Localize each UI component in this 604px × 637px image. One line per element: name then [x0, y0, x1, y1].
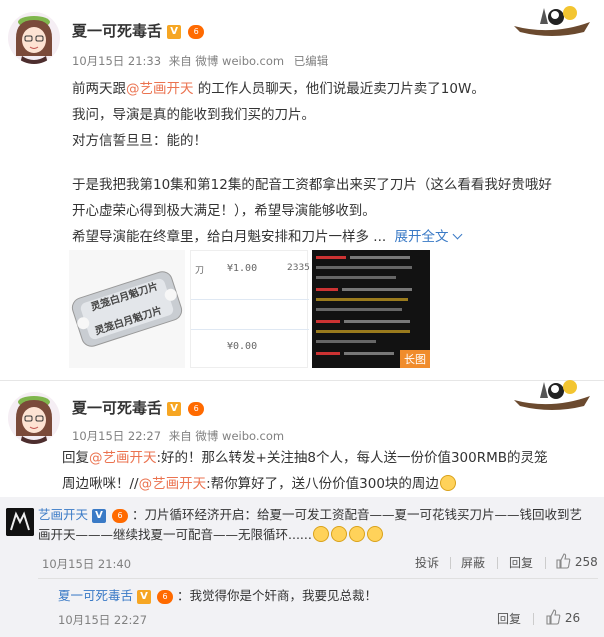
- post-body: 前两天跟@艺画开天 的工作人员聊天，他们说最近卖刀片卖了10W。 我问，导演是真…: [72, 76, 552, 250]
- post-meta: 10月15日 22:27 来自 微博 weibo.com: [72, 428, 284, 444]
- post-line: 开心虚荣心得到极大满足！），希望导演能够收到。: [72, 203, 376, 219]
- timestamp[interactable]: 10月15日 21:33: [72, 54, 161, 68]
- like-button[interactable]: 258: [555, 553, 598, 569]
- comment-text: 画开天———继续找夏一可配音——无限循环......: [38, 527, 312, 542]
- avatar[interactable]: [8, 12, 60, 64]
- chevron-down-icon[interactable]: [453, 229, 463, 240]
- like-button[interactable]: 26: [545, 609, 580, 625]
- edited-label[interactable]: 已编辑: [294, 54, 329, 68]
- divider: [545, 557, 546, 569]
- comment-reply-divider: [38, 578, 598, 579]
- post-line: 我问，导演是真的能收到我们买的刀片。: [72, 107, 315, 123]
- source: 来自 微博 weibo.com: [168, 429, 285, 443]
- post-line: 前两天跟@艺画开天 的工作人员聊天，他们说最近卖刀片卖了10W。: [72, 81, 485, 97]
- expand-button[interactable]: 展开全文: [394, 229, 448, 245]
- emoji-icon: [312, 526, 329, 542]
- report-button[interactable]: 投诉: [415, 554, 439, 571]
- post-line: 周边啾咪！//@艺画开天:帮你算好了，送八份价值300块的周边: [62, 471, 548, 497]
- thumbs-up-icon: [546, 609, 561, 625]
- receipt-mark: 刀: [195, 266, 205, 276]
- comment-text: ：我觉得你是个奸商，我要见总裁！: [176, 588, 377, 603]
- username[interactable]: 夏一可死毒舌: [72, 399, 162, 417]
- mention-link[interactable]: @艺画开天: [89, 450, 157, 466]
- verified-badge-icon: V: [92, 508, 106, 523]
- mention-link[interactable]: @艺画开天: [139, 476, 207, 492]
- comment-actions: 投诉 屏蔽 回复 258: [415, 553, 600, 572]
- divider: [497, 557, 498, 569]
- username[interactable]: 夏一可死毒舌: [72, 22, 162, 40]
- comment-text: ：刀片循环经济开启：给夏一可发工资配音——夏一可花钱买刀片——钱回收到艺: [131, 507, 582, 522]
- verified-badge-icon: V: [137, 589, 151, 604]
- divider: [450, 557, 451, 569]
- verified-badge-icon: V: [167, 401, 182, 416]
- divider: [533, 613, 534, 625]
- comment-actions: 回复 26: [497, 609, 597, 628]
- avatar[interactable]: [8, 392, 60, 444]
- post-header: 夏一可死毒舌 V 6: [72, 397, 205, 418]
- like-count: 26: [564, 611, 581, 625]
- post-line: 对方信誓旦旦：能的！: [72, 133, 207, 149]
- comment-username[interactable]: 夏一可死毒舌: [58, 588, 133, 603]
- comment-timestamp: 10月15日 21:40: [42, 557, 132, 571]
- long-image-badge: 长图: [400, 350, 430, 368]
- post-body: 回复@艺画开天:好的！那么转发+关注抽8个人，每人送一份价值300RMB的灵笼 …: [62, 445, 548, 497]
- emoji-icon: [439, 475, 456, 491]
- receipt-divider: [191, 329, 309, 330]
- post-line: 于是我把我第10集和第12集的配音工资都拿出来买了刀片（这么看看我好贵哦好: [72, 177, 552, 193]
- comment: 艺画开天 V 6 ：刀片循环经济开启：给夏一可发工资配音——夏一可花钱买刀片——…: [38, 505, 582, 545]
- block-button[interactable]: 屏蔽: [461, 554, 485, 571]
- post-meta: 10月15日 21:33 来自 微博 weibo.com 已编辑: [72, 53, 328, 69]
- comment-timestamp: 10月15日 22:27: [58, 613, 148, 627]
- timestamp[interactable]: 10月15日 22:27: [72, 429, 161, 443]
- receipt-amount: ¥1.00: [227, 263, 258, 274]
- post-line: 回复@艺画开天:好的！那么转发+关注抽8个人，每人送一份价值300RMB的灵笼: [62, 450, 548, 466]
- reply-button[interactable]: 回复: [509, 554, 533, 571]
- boat-decoration-icon: [510, 376, 594, 414]
- emoji-icon: [366, 526, 383, 542]
- source: 来自 微博 weibo.com: [168, 54, 285, 68]
- post-line: 希望导演能在终章里，给白月魁安排和刀片一样多 ... 展开全文: [72, 224, 552, 250]
- vip-badge-icon: 6: [188, 401, 205, 416]
- image-thumb-blade[interactable]: 灵笼白月魁刀片 灵笼白月魁刀片: [69, 250, 185, 368]
- reply-button[interactable]: 回复: [497, 610, 521, 627]
- receipt-divider: [191, 299, 309, 300]
- comment: 夏一可死毒舌 V 6 ：我觉得你是个奸商，我要见总裁！: [58, 586, 377, 606]
- image-thumb-long[interactable]: 长图: [312, 250, 430, 368]
- vip-badge-icon: 6: [111, 508, 128, 523]
- emoji-icon: [348, 526, 365, 542]
- emoji-icon: [330, 526, 347, 542]
- image-thumb-receipt[interactable]: 刀 ¥1.00 2335 ¥0.00: [190, 250, 310, 368]
- vip-badge-icon: 6: [188, 24, 205, 39]
- receipt-id: 2335: [287, 263, 310, 273]
- avatar[interactable]: [6, 508, 34, 536]
- comment-username[interactable]: 艺画开天: [38, 507, 88, 522]
- post-header: 夏一可死毒舌 V 6: [72, 20, 205, 41]
- receipt-amount: ¥0.00: [227, 341, 258, 352]
- verified-badge-icon: V: [167, 24, 182, 39]
- boat-decoration-icon: [510, 2, 594, 40]
- thumbs-up-icon: [556, 553, 571, 569]
- like-count: 258: [574, 555, 598, 569]
- vip-badge-icon: 6: [156, 589, 173, 604]
- mention-link[interactable]: @艺画开天: [126, 81, 194, 97]
